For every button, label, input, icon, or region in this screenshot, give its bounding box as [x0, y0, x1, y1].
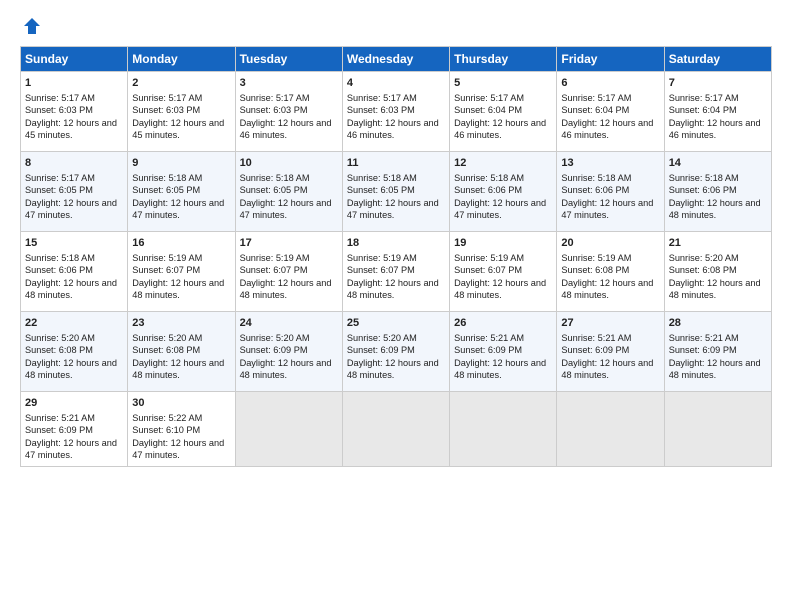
calendar-cell: 3Sunrise: 5:17 AMSunset: 6:03 PMDaylight… — [235, 72, 342, 152]
weekday-header-wednesday: Wednesday — [342, 47, 449, 72]
calendar-cell: 9Sunrise: 5:18 AMSunset: 6:05 PMDaylight… — [128, 152, 235, 232]
day-number: 19 — [454, 236, 552, 251]
calendar-cell: 1Sunrise: 5:17 AMSunset: 6:03 PMDaylight… — [21, 72, 128, 152]
calendar-cell: 7Sunrise: 5:17 AMSunset: 6:04 PMDaylight… — [664, 72, 771, 152]
calendar-cell: 27Sunrise: 5:21 AMSunset: 6:09 PMDayligh… — [557, 312, 664, 392]
calendar-cell: 16Sunrise: 5:19 AMSunset: 6:07 PMDayligh… — [128, 232, 235, 312]
weekday-header-sunday: Sunday — [21, 47, 128, 72]
day-number: 30 — [132, 396, 230, 411]
calendar-cell: 8Sunrise: 5:17 AMSunset: 6:05 PMDaylight… — [21, 152, 128, 232]
calendar-week-row-4: 22Sunrise: 5:20 AMSunset: 6:08 PMDayligh… — [21, 312, 772, 392]
calendar-cell: 30Sunrise: 5:22 AMSunset: 6:10 PMDayligh… — [128, 392, 235, 467]
weekday-header-saturday: Saturday — [664, 47, 771, 72]
day-number: 3 — [240, 76, 338, 91]
calendar-cell: 18Sunrise: 5:19 AMSunset: 6:07 PMDayligh… — [342, 232, 449, 312]
calendar-cell — [557, 392, 664, 467]
calendar-cell — [664, 392, 771, 467]
calendar-cell: 2Sunrise: 5:17 AMSunset: 6:03 PMDaylight… — [128, 72, 235, 152]
day-number: 27 — [561, 316, 659, 331]
calendar-cell: 26Sunrise: 5:21 AMSunset: 6:09 PMDayligh… — [450, 312, 557, 392]
calendar-cell — [342, 392, 449, 467]
day-number: 10 — [240, 156, 338, 171]
weekday-header-friday: Friday — [557, 47, 664, 72]
calendar-cell: 15Sunrise: 5:18 AMSunset: 6:06 PMDayligh… — [21, 232, 128, 312]
calendar-cell — [235, 392, 342, 467]
calendar-cell: 22Sunrise: 5:20 AMSunset: 6:08 PMDayligh… — [21, 312, 128, 392]
logo — [20, 16, 42, 36]
day-number: 9 — [132, 156, 230, 171]
calendar-cell: 28Sunrise: 5:21 AMSunset: 6:09 PMDayligh… — [664, 312, 771, 392]
weekday-header-thursday: Thursday — [450, 47, 557, 72]
day-number: 15 — [25, 236, 123, 251]
day-number: 1 — [25, 76, 123, 91]
day-number: 6 — [561, 76, 659, 91]
calendar-cell: 14Sunrise: 5:18 AMSunset: 6:06 PMDayligh… — [664, 152, 771, 232]
day-number: 23 — [132, 316, 230, 331]
logo-icon — [22, 16, 42, 36]
day-number: 25 — [347, 316, 445, 331]
day-number: 16 — [132, 236, 230, 251]
calendar-cell: 12Sunrise: 5:18 AMSunset: 6:06 PMDayligh… — [450, 152, 557, 232]
calendar-cell: 4Sunrise: 5:17 AMSunset: 6:03 PMDaylight… — [342, 72, 449, 152]
calendar-cell: 19Sunrise: 5:19 AMSunset: 6:07 PMDayligh… — [450, 232, 557, 312]
day-number: 29 — [25, 396, 123, 411]
weekday-header-tuesday: Tuesday — [235, 47, 342, 72]
day-number: 28 — [669, 316, 767, 331]
calendar-week-row-1: 1Sunrise: 5:17 AMSunset: 6:03 PMDaylight… — [21, 72, 772, 152]
day-number: 18 — [347, 236, 445, 251]
day-number: 21 — [669, 236, 767, 251]
day-number: 14 — [669, 156, 767, 171]
calendar-cell: 29Sunrise: 5:21 AMSunset: 6:09 PMDayligh… — [21, 392, 128, 467]
calendar-cell: 6Sunrise: 5:17 AMSunset: 6:04 PMDaylight… — [557, 72, 664, 152]
day-number: 11 — [347, 156, 445, 171]
day-number: 8 — [25, 156, 123, 171]
calendar-table: SundayMondayTuesdayWednesdayThursdayFrid… — [20, 46, 772, 467]
weekday-header-row: SundayMondayTuesdayWednesdayThursdayFrid… — [21, 47, 772, 72]
day-number: 2 — [132, 76, 230, 91]
calendar-week-row-5: 29Sunrise: 5:21 AMSunset: 6:09 PMDayligh… — [21, 392, 772, 467]
weekday-header-monday: Monday — [128, 47, 235, 72]
calendar-cell — [450, 392, 557, 467]
calendar-cell: 17Sunrise: 5:19 AMSunset: 6:07 PMDayligh… — [235, 232, 342, 312]
day-number: 7 — [669, 76, 767, 91]
day-number: 17 — [240, 236, 338, 251]
header — [20, 16, 772, 36]
calendar-cell: 23Sunrise: 5:20 AMSunset: 6:08 PMDayligh… — [128, 312, 235, 392]
calendar-cell: 20Sunrise: 5:19 AMSunset: 6:08 PMDayligh… — [557, 232, 664, 312]
calendar-cell: 11Sunrise: 5:18 AMSunset: 6:05 PMDayligh… — [342, 152, 449, 232]
calendar-cell: 5Sunrise: 5:17 AMSunset: 6:04 PMDaylight… — [450, 72, 557, 152]
page: SundayMondayTuesdayWednesdayThursdayFrid… — [0, 0, 792, 612]
calendar-cell: 25Sunrise: 5:20 AMSunset: 6:09 PMDayligh… — [342, 312, 449, 392]
day-number: 4 — [347, 76, 445, 91]
calendar-week-row-2: 8Sunrise: 5:17 AMSunset: 6:05 PMDaylight… — [21, 152, 772, 232]
day-number: 26 — [454, 316, 552, 331]
day-number: 22 — [25, 316, 123, 331]
day-number: 20 — [561, 236, 659, 251]
calendar-cell: 10Sunrise: 5:18 AMSunset: 6:05 PMDayligh… — [235, 152, 342, 232]
day-number: 13 — [561, 156, 659, 171]
day-number: 12 — [454, 156, 552, 171]
day-number: 5 — [454, 76, 552, 91]
calendar-cell: 24Sunrise: 5:20 AMSunset: 6:09 PMDayligh… — [235, 312, 342, 392]
calendar-week-row-3: 15Sunrise: 5:18 AMSunset: 6:06 PMDayligh… — [21, 232, 772, 312]
day-number: 24 — [240, 316, 338, 331]
calendar-cell: 21Sunrise: 5:20 AMSunset: 6:08 PMDayligh… — [664, 232, 771, 312]
calendar-cell: 13Sunrise: 5:18 AMSunset: 6:06 PMDayligh… — [557, 152, 664, 232]
